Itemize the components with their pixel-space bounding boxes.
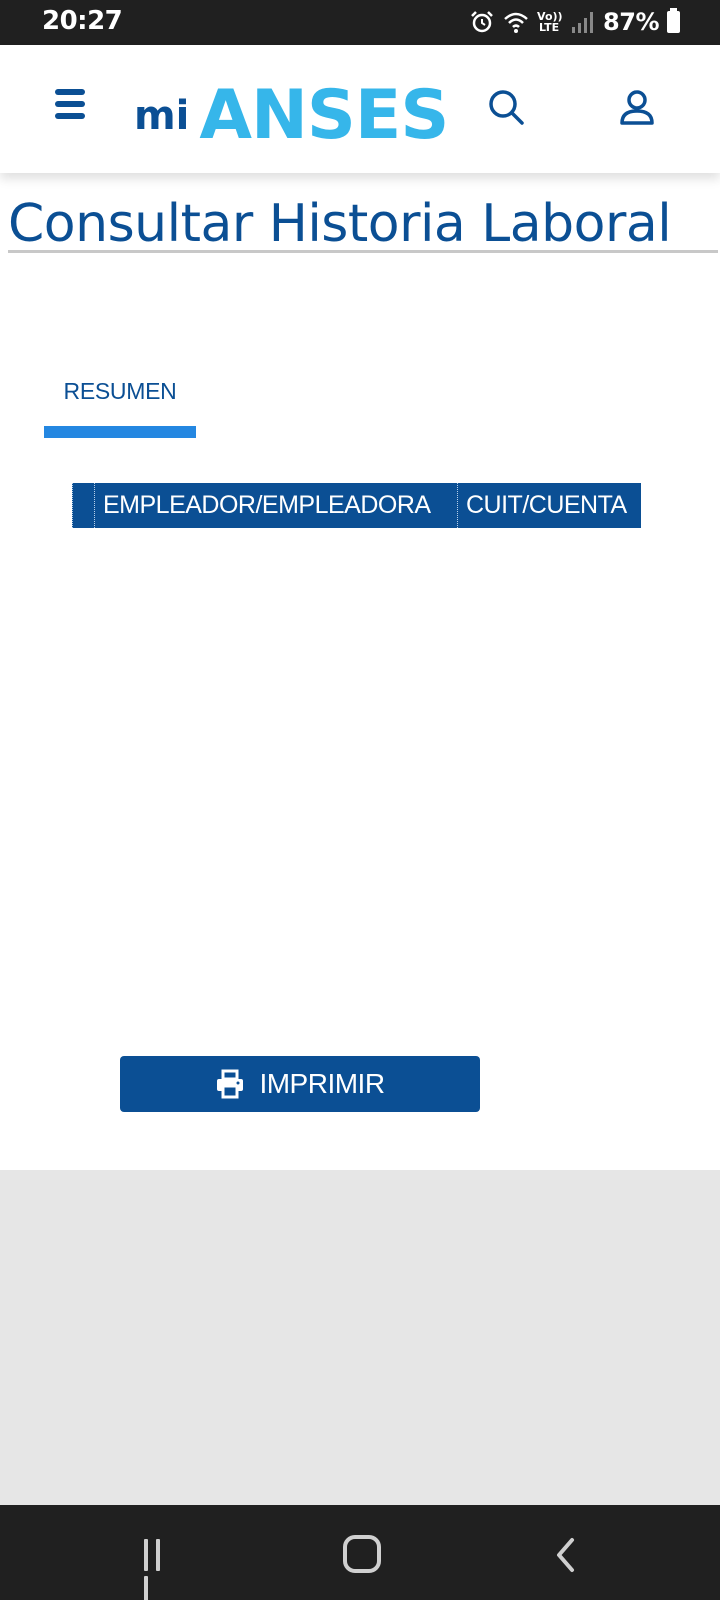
- battery-level: 87%: [603, 8, 659, 36]
- tab-active-indicator: [44, 426, 196, 438]
- status-time: 20:27: [42, 6, 123, 36]
- signal-icon: [569, 9, 595, 35]
- lte-label: LTE: [538, 21, 560, 34]
- page-title: Consultar Historia Laboral: [8, 194, 672, 254]
- app-header: mi ANSES: [0, 45, 720, 173]
- user-icon: [620, 90, 654, 125]
- tab-label: RESUMEN: [63, 378, 177, 404]
- footer-area: [0, 1170, 720, 1505]
- search-button[interactable]: [486, 87, 528, 129]
- back-icon: [557, 1538, 574, 1572]
- search-icon: [489, 90, 524, 125]
- alarm-icon: [469, 9, 495, 35]
- logo[interactable]: mi ANSES: [134, 71, 449, 155]
- logo-brand: ANSES: [199, 76, 449, 155]
- title-divider: [8, 250, 718, 253]
- logo-mi: mi: [134, 93, 190, 139]
- menu-icon: [55, 89, 85, 95]
- status-icons: Vo)) LTE 87%: [469, 7, 680, 37]
- column-header-empleador[interactable]: EMPLEADOR/EMPLEADORA: [94, 483, 457, 528]
- home-button[interactable]: [343, 1535, 381, 1573]
- printer-icon: [217, 1069, 244, 1099]
- battery-icon: [667, 8, 680, 33]
- recents-icon: [144, 1539, 148, 1571]
- table-header: EMPLEADOR/EMPLEADORA CUIT/CUENTA: [72, 483, 641, 528]
- column-header-blank: [72, 483, 94, 528]
- print-button[interactable]: IMPRIMIR: [120, 1056, 480, 1112]
- wifi-icon: [503, 9, 529, 35]
- column-header-cuit[interactable]: CUIT/CUENTA: [457, 483, 641, 528]
- system-nav-bar: [0, 1505, 720, 1600]
- back-button[interactable]: [552, 1537, 582, 1573]
- user-button[interactable]: [616, 87, 658, 129]
- volte-icon: Vo)) LTE: [537, 11, 563, 34]
- recents-button[interactable]: [144, 1539, 178, 1600]
- menu-button[interactable]: [55, 89, 89, 125]
- status-bar: 20:27 Vo)) LTE 87%: [0, 0, 720, 45]
- print-label: IMPRIMIR: [259, 1068, 385, 1099]
- tab-resumen[interactable]: RESUMEN: [44, 370, 196, 440]
